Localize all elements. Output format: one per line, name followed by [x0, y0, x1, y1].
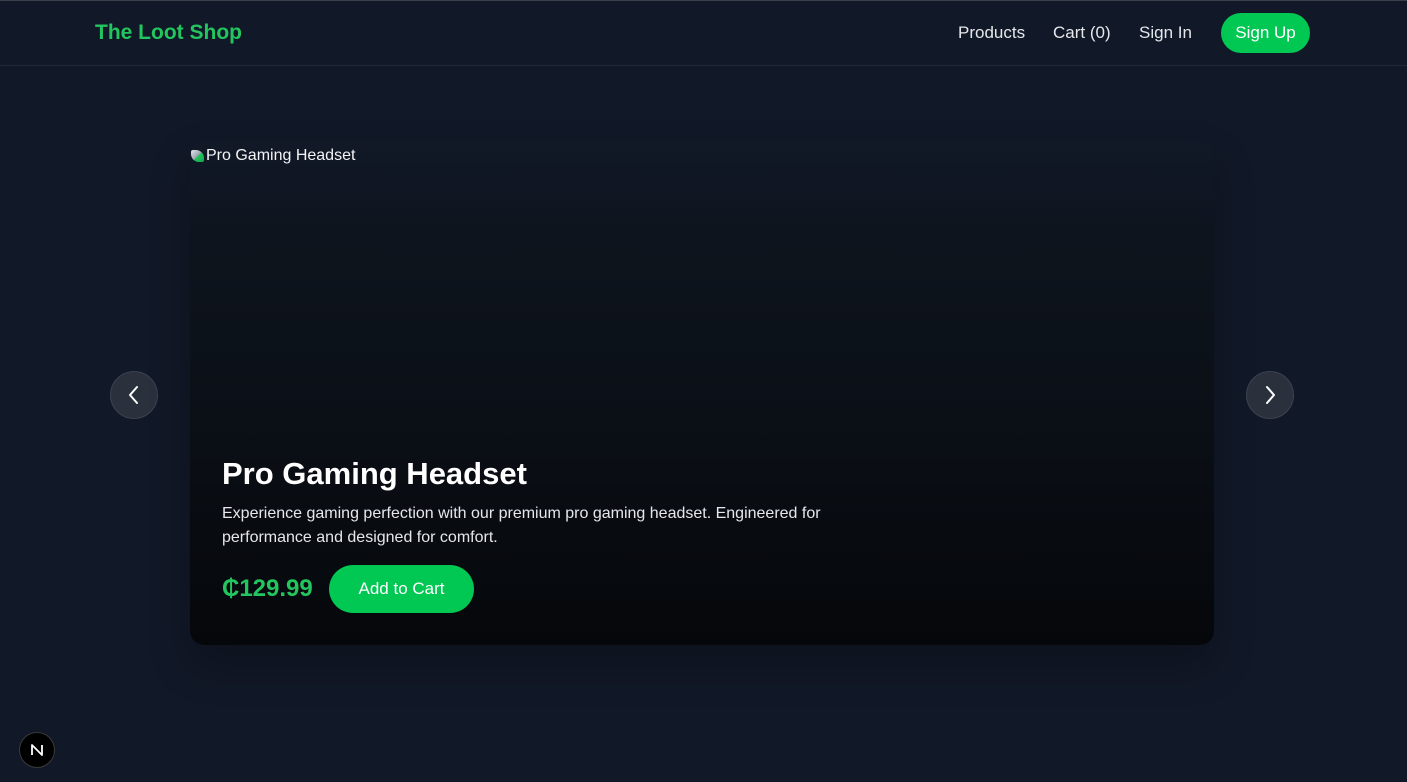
carousel-slide: Pro Gaming Headset Pro Gaming Headset Ex…	[190, 141, 1214, 645]
site-logo[interactable]: The Loot Shop	[95, 21, 242, 45]
nav-sign-in-link[interactable]: Sign In	[1139, 23, 1192, 43]
nav-products-link[interactable]: Products	[958, 23, 1025, 43]
chevron-right-icon	[1266, 386, 1275, 404]
page: The Loot Shop Products Cart (0) Sign In …	[0, 0, 1407, 782]
product-price: ₵129.99	[222, 575, 313, 602]
product-title: Pro Gaming Headset	[222, 456, 527, 491]
product-description: Experience gaming perfection with our pr…	[222, 505, 821, 546]
carousel-next-button[interactable]	[1246, 371, 1294, 419]
carousel-prev-button[interactable]	[110, 371, 158, 419]
site-header: The Loot Shop Products Cart (0) Sign In …	[0, 1, 1407, 66]
sign-up-button[interactable]: Sign Up	[1221, 13, 1310, 53]
nextjs-icon	[31, 744, 43, 756]
nextjs-dev-badge[interactable]	[19, 732, 55, 768]
nav-cart-link[interactable]: Cart (0)	[1053, 23, 1111, 43]
product-image-alt-text: Pro Gaming Headset	[206, 147, 356, 164]
chevron-left-icon	[129, 386, 138, 404]
add-to-cart-button[interactable]: Add to Cart	[329, 565, 474, 613]
broken-image-icon	[190, 148, 206, 164]
product-image: Pro Gaming Headset	[190, 147, 355, 165]
